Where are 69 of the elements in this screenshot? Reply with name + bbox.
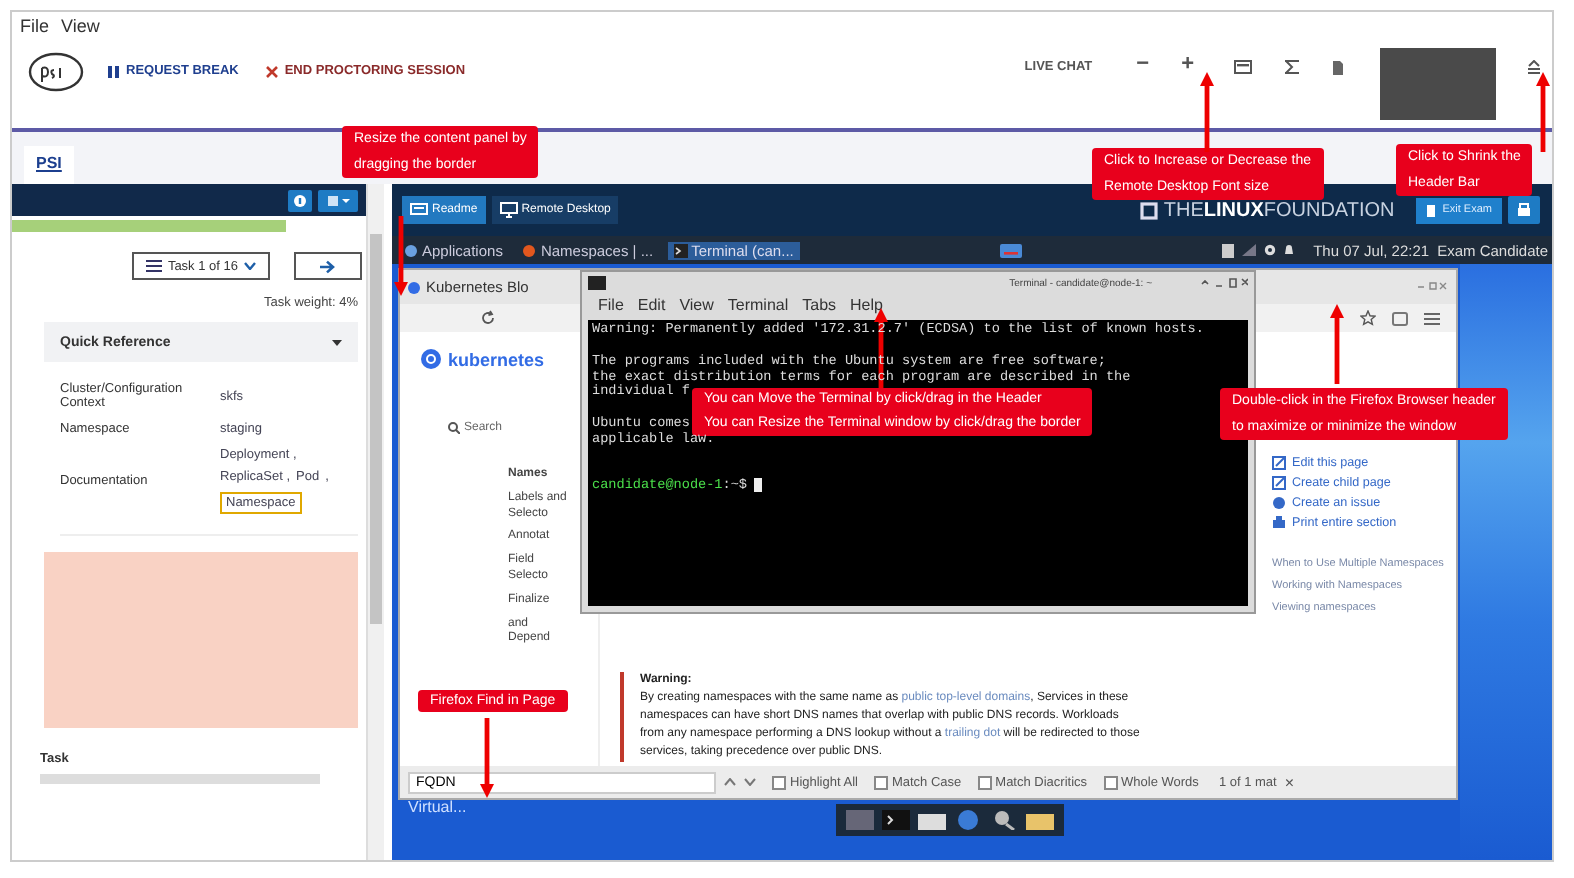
checkbox[interactable] [873,775,888,789]
font-size-button[interactable]: − [1136,52,1150,76]
psi-logo-icon [28,52,84,92]
desktop-icon-label[interactable]: Virtual... [408,798,467,816]
printer-icon [1272,516,1286,530]
close-icon [266,65,279,77]
square-logo-icon [1139,201,1158,219]
mailbox-icon[interactable] [999,243,1022,257]
keyboard-icon[interactable] [1234,60,1252,74]
document-icon [410,202,428,218]
help-button[interactable] [288,189,312,211]
scrollbar-thumb[interactable] [370,234,382,624]
pointer-arrow [480,718,494,798]
webcam-placeholder [1380,48,1496,120]
list-icon [145,260,162,272]
folder-icon[interactable] [1026,810,1054,830]
checkbox[interactable] [977,775,992,789]
menu-item[interactable]: View [61,16,100,40]
folder-icon[interactable] [918,810,946,830]
psi-tab[interactable]: PSI [24,146,74,184]
edit-icon [1272,476,1286,490]
window-controls-icon[interactable] [1416,282,1448,292]
terminal-icon [588,276,606,290]
menu-item[interactable]: Edit [637,296,666,318]
terminal-icon[interactable] [882,810,910,830]
checkbox[interactable] [772,775,786,789]
lock-button[interactable] [1508,196,1540,224]
terminal-icon [673,243,688,257]
settings-icon[interactable] [1263,244,1276,256]
monitor-icon [499,202,518,218]
search-icon [448,422,460,434]
bell-icon[interactable] [1283,244,1294,256]
circle-icon [1272,496,1286,510]
menu-item[interactable]: Help [850,296,883,318]
checkbox[interactable] [1103,775,1118,789]
network-icon[interactable] [1241,244,1256,256]
cursor [753,478,762,493]
scrollbar[interactable] [366,184,384,860]
magnifier-icon[interactable] [990,810,1018,830]
window-controls-icon[interactable] [1200,278,1248,288]
reload-icon[interactable] [480,310,496,326]
font-size-button[interactable]: + [1181,52,1194,76]
pointer-arrow [1330,304,1344,384]
star-icon[interactable] [1360,310,1376,326]
menu-item[interactable]: View [679,296,714,318]
caret-icon [244,262,256,270]
next-task-button[interactable] [294,252,362,280]
menu-icon[interactable] [1424,311,1440,325]
view-menu-button[interactable] [318,189,358,211]
helm-wheel-icon [420,348,442,370]
previous-icon[interactable] [724,778,736,786]
menu-item[interactable]: File [598,296,624,318]
door-icon [1426,203,1439,217]
pause-icon [108,65,120,77]
organization-logo: THELINUXFOUNDATION [1163,199,1395,221]
collapse-icon[interactable] [1528,60,1540,74]
close-button[interactable]: × [1284,773,1295,791]
edit-icon [1272,456,1286,470]
pointer-arrow [1536,72,1550,152]
document-icon[interactable] [1332,60,1344,76]
pointer-arrow [1200,72,1214,152]
menu-item[interactable]: Terminal [727,296,789,318]
menu-item[interactable]: File [20,16,50,40]
sigma-icon[interactable] [1284,60,1300,74]
arrow-right-icon [320,259,336,273]
extension-icon[interactable] [1392,311,1408,325]
menu-item[interactable]: Tabs [802,296,837,318]
clipboard-icon[interactable] [1221,243,1234,257]
next-icon[interactable] [744,778,756,786]
